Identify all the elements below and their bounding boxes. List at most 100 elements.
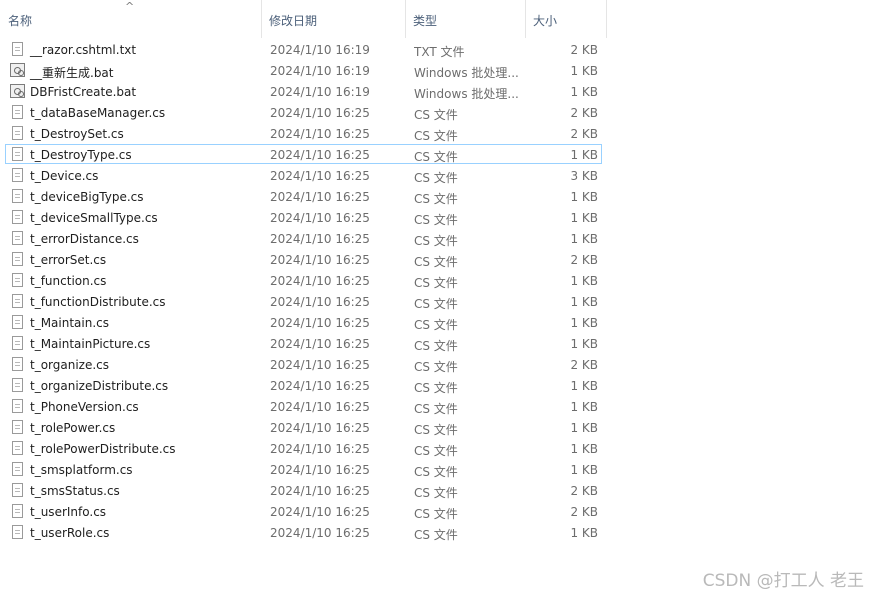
file-type: CS 文件: [414, 339, 458, 353]
file-size: 1 KB: [570, 211, 598, 225]
file-size: 2 KB: [570, 484, 598, 498]
cs-file-icon: [12, 462, 23, 476]
column-header-name-label: 名称: [8, 14, 33, 28]
file-row[interactable]: t_Device.cs 2024/1/10 16:25 CS 文件 3 KB: [5, 165, 602, 185]
file-size: 2 KB: [570, 253, 598, 267]
column-header-name[interactable]: 名称 ^: [0, 0, 262, 38]
file-date: 2024/1/10 16:25: [270, 484, 370, 498]
file-row[interactable]: t_smsStatus.cs 2024/1/10 16:25 CS 文件 2 KB: [5, 480, 602, 500]
file-type: CS 文件: [414, 108, 458, 122]
file-row[interactable]: t_PhoneVersion.cs 2024/1/10 16:25 CS 文件 1 K…: [5, 396, 602, 416]
file-row[interactable]: t_DestroyType.cs 2024/1/10 16:25 CS 文件 1 KB: [5, 144, 602, 164]
file-row[interactable]: t_rolePower.cs 2024/1/10 16:25 CS 文件 1 KB: [5, 417, 602, 437]
batch-file-icon: [10, 84, 25, 98]
file-name: t_deviceBigType.cs: [30, 190, 144, 204]
file-date: 2024/1/10 16:19: [270, 43, 370, 57]
column-header-type[interactable]: 类型: [406, 0, 526, 38]
file-date: 2024/1/10 16:25: [270, 253, 370, 267]
file-name: t_rolePower.cs: [30, 421, 116, 435]
file-type: Windows 批处理...: [414, 66, 519, 80]
file-row[interactable]: __razor.cshtml.txt 2024/1/10 16:19 TXT 文件 2…: [5, 39, 602, 59]
column-header-date[interactable]: 修改日期: [262, 0, 406, 38]
cs-file-icon: [12, 315, 23, 329]
file-size: 1 KB: [570, 148, 598, 162]
file-name: t_rolePowerDistribute.cs: [30, 442, 176, 456]
file-type: CS 文件: [414, 276, 458, 290]
column-header-bar: 名称 ^ 修改日期 类型 大小: [0, 0, 607, 38]
file-type: CS 文件: [414, 444, 458, 458]
file-name: __重新生成.bat: [30, 66, 114, 80]
file-size: 1 KB: [570, 337, 598, 351]
file-size: 3 KB: [570, 169, 598, 183]
file-name: t_userRole.cs: [30, 526, 110, 540]
file-date: 2024/1/10 16:25: [270, 190, 370, 204]
cs-file-icon: [12, 273, 23, 287]
file-row[interactable]: t_organizeDistribute.cs 2024/1/10 16:25 CS…: [5, 375, 602, 395]
file-size: 1 KB: [570, 400, 598, 414]
file-row[interactable]: t_userInfo.cs 2024/1/10 16:25 CS 文件 2 KB: [5, 501, 602, 521]
file-row[interactable]: t_organize.cs 2024/1/10 16:25 CS 文件 2 KB: [5, 354, 602, 374]
column-header-date-label: 修改日期: [269, 14, 318, 28]
file-name: t_userInfo.cs: [30, 505, 107, 519]
file-name: t_smsplatform.cs: [30, 463, 133, 477]
cs-file-icon: [12, 399, 23, 413]
file-row[interactable]: t_Maintain.cs 2024/1/10 16:25 CS 文件 1 KB: [5, 312, 602, 332]
file-row[interactable]: t_deviceSmallType.cs 2024/1/10 16:25 CS 文件…: [5, 207, 602, 227]
file-type: CS 文件: [414, 129, 458, 143]
watermark: CSDN @打工人 老王: [702, 571, 864, 591]
file-name: t_organizeDistribute.cs: [30, 379, 169, 393]
file-row[interactable]: t_deviceBigType.cs 2024/1/10 16:25 CS 文件 1 …: [5, 186, 602, 206]
file-date: 2024/1/10 16:25: [270, 232, 370, 246]
cs-file-icon: [12, 126, 23, 140]
text-file-icon: [12, 42, 23, 56]
column-header-size[interactable]: 大小: [526, 0, 607, 38]
file-date: 2024/1/10 16:19: [270, 85, 370, 99]
file-name: t_DestroySet.cs: [30, 127, 124, 141]
cs-file-icon: [12, 147, 23, 161]
file-name: __razor.cshtml.txt: [30, 43, 137, 57]
file-name: t_smsStatus.cs: [30, 484, 120, 498]
cs-file-icon: [12, 420, 23, 434]
file-size: 2 KB: [570, 43, 598, 57]
file-row[interactable]: t_errorSet.cs 2024/1/10 16:25 CS 文件 2 KB: [5, 249, 602, 269]
file-row[interactable]: t_rolePowerDistribute.cs 2024/1/10 16:25 C…: [5, 438, 602, 458]
file-row[interactable]: t_dataBaseManager.cs 2024/1/10 16:25 CS 文件…: [5, 102, 602, 122]
file-type: CS 文件: [414, 234, 458, 248]
cs-file-icon: [12, 336, 23, 350]
file-date: 2024/1/10 16:25: [270, 127, 370, 141]
column-header-size-label: 大小: [533, 14, 558, 28]
file-size: 1 KB: [570, 379, 598, 393]
file-row[interactable]: t_errorDistance.cs 2024/1/10 16:25 CS 文件 1 …: [5, 228, 602, 248]
file-size: 2 KB: [570, 106, 598, 120]
file-name: t_deviceSmallType.cs: [30, 211, 158, 225]
file-date: 2024/1/10 16:19: [270, 64, 370, 78]
file-date: 2024/1/10 16:25: [270, 442, 370, 456]
file-row[interactable]: t_DestroySet.cs 2024/1/10 16:25 CS 文件 2 KB: [5, 123, 602, 143]
cs-file-icon: [12, 525, 23, 539]
file-name: DBFristCreate.bat: [30, 85, 137, 99]
file-name: t_errorDistance.cs: [30, 232, 139, 246]
file-row[interactable]: t_functionDistribute.cs 2024/1/10 16:25 CS…: [5, 291, 602, 311]
file-size: 2 KB: [570, 505, 598, 519]
file-size: 2 KB: [570, 358, 598, 372]
file-row[interactable]: t_MaintainPicture.cs 2024/1/10 16:25 CS 文件…: [5, 333, 602, 353]
cs-file-icon: [12, 252, 23, 266]
file-row[interactable]: t_function.cs 2024/1/10 16:25 CS 文件 1 KB: [5, 270, 602, 290]
file-row[interactable]: t_smsplatform.cs 2024/1/10 16:25 CS 文件 1 KB: [5, 459, 602, 479]
file-type: CS 文件: [414, 528, 458, 542]
file-row[interactable]: t_userRole.cs 2024/1/10 16:25 CS 文件 1 KB: [5, 522, 602, 542]
file-row[interactable]: DBFristCreate.bat 2024/1/10 16:19 Windows …: [5, 81, 602, 101]
file-size: 1 KB: [570, 421, 598, 435]
file-type: CS 文件: [414, 150, 458, 164]
file-date: 2024/1/10 16:25: [270, 295, 370, 309]
file-type: CS 文件: [414, 486, 458, 500]
file-type: CS 文件: [414, 402, 458, 416]
file-type: CS 文件: [414, 360, 458, 374]
file-date: 2024/1/10 16:25: [270, 148, 370, 162]
file-date: 2024/1/10 16:25: [270, 526, 370, 540]
column-header-type-label: 类型: [413, 14, 438, 28]
file-size: 1 KB: [570, 316, 598, 330]
cs-file-icon: [12, 168, 23, 182]
file-row[interactable]: __重新生成.bat 2024/1/10 16:19 Windows 批处理... 1…: [5, 60, 602, 80]
cs-file-icon: [12, 378, 23, 392]
